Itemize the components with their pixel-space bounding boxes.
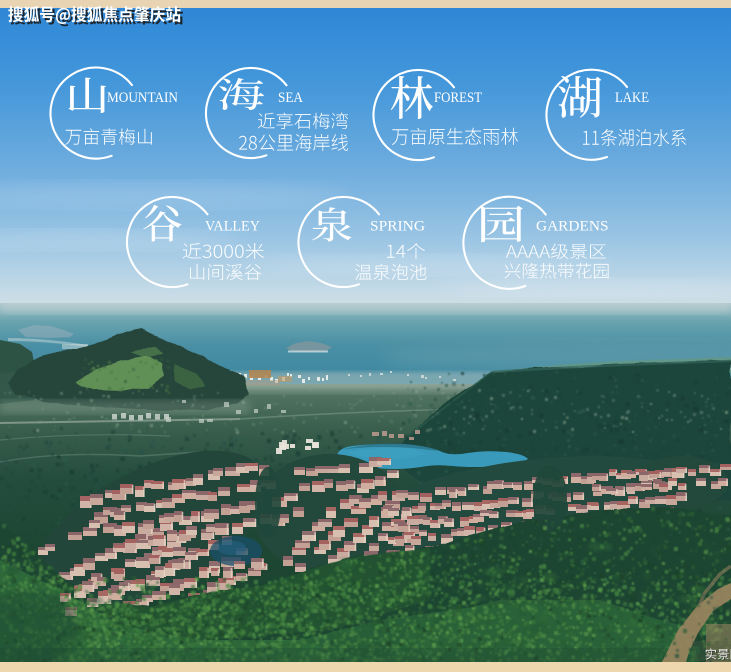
svg-text:VALLEY: VALLEY bbox=[205, 219, 261, 235]
svg-text:GARDENS: GARDENS bbox=[536, 219, 609, 235]
svg-text:SPRING: SPRING bbox=[370, 219, 426, 235]
svg-text:SEA: SEA bbox=[278, 90, 303, 106]
svg-text:FOREST: FOREST bbox=[434, 90, 482, 106]
svg-text:LAKE: LAKE bbox=[615, 90, 649, 106]
svg-text:MOUNTAIN: MOUNTAIN bbox=[107, 90, 178, 106]
